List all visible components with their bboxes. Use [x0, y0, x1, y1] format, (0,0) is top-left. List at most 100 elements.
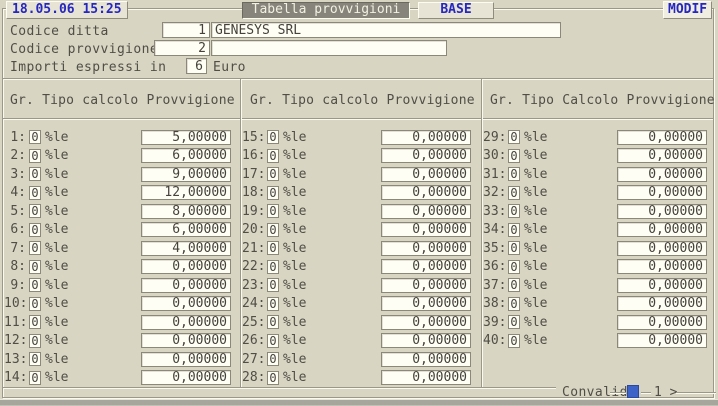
calc-type-field[interactable]: 0	[29, 260, 41, 274]
calc-type-field[interactable]: 0	[508, 186, 520, 200]
commission-value-field[interactable]: 0,00000	[617, 315, 707, 330]
calc-type-field[interactable]: 0	[508, 260, 520, 274]
calc-type-field[interactable]: 0	[508, 149, 520, 163]
commission-value-field[interactable]: 0,00000	[141, 333, 231, 348]
commission-value-field[interactable]: 12,00000	[141, 185, 231, 200]
scroll-thumb[interactable]	[627, 385, 639, 398]
commission-column-2: 15:0%le0,0000016:0%le0,0000017:0%le0,000…	[242, 128, 480, 387]
calc-type-field[interactable]: 0	[508, 334, 520, 348]
calc-type-field[interactable]: 0	[508, 167, 520, 181]
calc-type-field[interactable]: 0	[29, 130, 41, 144]
calc-type-field[interactable]: 0	[29, 352, 41, 366]
tab-base[interactable]: BASE	[418, 2, 494, 19]
calc-type-field[interactable]: 0	[29, 241, 41, 255]
commission-value-field[interactable]: 0,00000	[381, 130, 471, 145]
calc-type-field[interactable]: 0	[267, 186, 279, 200]
calc-type-field[interactable]: 0	[29, 297, 41, 311]
calc-type-field[interactable]: 0	[508, 297, 520, 311]
calc-type-field[interactable]: 0	[508, 241, 520, 255]
commission-value-field[interactable]: 0,00000	[381, 259, 471, 274]
calc-type-field[interactable]: 0	[267, 371, 279, 385]
calc-type-field[interactable]: 0	[508, 223, 520, 237]
commission-value-field[interactable]: 9,00000	[141, 167, 231, 182]
row-number-label: 29:	[483, 130, 505, 145]
commission-value-field[interactable]: 0,00000	[141, 370, 231, 385]
commission-value-field[interactable]: 0,00000	[381, 241, 471, 256]
commission-value-field[interactable]: 0,00000	[141, 259, 231, 274]
calc-type-field[interactable]: 0	[267, 352, 279, 366]
calc-type-field[interactable]: 0	[508, 278, 520, 292]
calc-type-field[interactable]: 0	[267, 130, 279, 144]
calc-type-field[interactable]: 0	[29, 204, 41, 218]
commission-row: 8:0%le0,00000	[4, 258, 240, 277]
commission-value-field[interactable]: 0,00000	[617, 185, 707, 200]
modif-badge[interactable]: MODIF	[663, 1, 712, 19]
calc-type-field[interactable]: 0	[29, 334, 41, 348]
calc-type-field[interactable]: 0	[29, 223, 41, 237]
company-name-field[interactable]: GENESYS SRL	[211, 22, 561, 38]
calc-type-field[interactable]: 0	[267, 149, 279, 163]
commission-value-field[interactable]: 0,00000	[617, 296, 707, 311]
commission-code-field[interactable]: 2	[154, 40, 210, 56]
calc-type-field[interactable]: 0	[508, 130, 520, 144]
commission-value-field[interactable]: 0,00000	[381, 204, 471, 219]
commission-value-field[interactable]: 0,00000	[381, 296, 471, 311]
commission-value-field[interactable]: 0,00000	[381, 222, 471, 237]
commission-value-field[interactable]: 8,00000	[141, 204, 231, 219]
calc-type-field[interactable]: 0	[267, 241, 279, 255]
commission-value-field[interactable]: 0,00000	[141, 352, 231, 367]
commission-value-field[interactable]: 0,00000	[141, 296, 231, 311]
commission-row: 29:0%le0,00000	[483, 128, 716, 147]
calc-type-field[interactable]: 0	[267, 315, 279, 329]
commission-value-field[interactable]: 0,00000	[617, 148, 707, 163]
commission-value-field[interactable]: 0,00000	[381, 352, 471, 367]
calc-type-field[interactable]: 0	[267, 334, 279, 348]
calc-type-field[interactable]: 0	[29, 167, 41, 181]
calc-type-field[interactable]: 0	[29, 315, 41, 329]
commission-value-field[interactable]: 0,00000	[617, 222, 707, 237]
commission-value-field[interactable]: 4,00000	[141, 241, 231, 256]
commission-value-field[interactable]: 0,00000	[617, 333, 707, 348]
commission-value-field[interactable]: 0,00000	[381, 185, 471, 200]
commission-value-field[interactable]: 0,00000	[381, 148, 471, 163]
commission-name-field[interactable]	[211, 40, 447, 56]
company-code-field[interactable]: 1	[162, 22, 210, 38]
commission-value-field[interactable]: 0,00000	[617, 130, 707, 145]
commission-value-field[interactable]: 0,00000	[381, 333, 471, 348]
commission-row: 32:0%le0,00000	[483, 184, 716, 203]
commission-value-field[interactable]: 6,00000	[141, 222, 231, 237]
commission-value-field[interactable]: 0,00000	[617, 204, 707, 219]
calc-type-field[interactable]: 0	[508, 204, 520, 218]
commission-value-field[interactable]: 0,00000	[617, 259, 707, 274]
commission-value-field[interactable]: 0,00000	[617, 241, 707, 256]
calc-type-field[interactable]: 0	[267, 297, 279, 311]
commission-row: 30:0%le0,00000	[483, 147, 716, 166]
commission-value-field[interactable]: 6,00000	[141, 148, 231, 163]
calc-type-field[interactable]: 0	[29, 278, 41, 292]
commission-value-field[interactable]: 0,00000	[381, 167, 471, 182]
calc-type-field[interactable]: 0	[267, 278, 279, 292]
calc-unit-label: %le	[45, 222, 68, 237]
commission-value-field[interactable]: 0,00000	[381, 278, 471, 293]
commission-value-field[interactable]: 0,00000	[381, 370, 471, 385]
commission-value-field[interactable]: 0,00000	[141, 278, 231, 293]
calc-type-field[interactable]: 0	[29, 149, 41, 163]
commission-value-field[interactable]: 0,00000	[381, 315, 471, 330]
amounts-code-field[interactable]: 6	[186, 58, 207, 74]
commission-value-field[interactable]: 0,00000	[617, 167, 707, 182]
calc-type-field[interactable]: 0	[267, 167, 279, 181]
tab-tabella-provvigioni[interactable]: Tabella provvigioni	[242, 2, 410, 19]
commission-value-field[interactable]: 5,00000	[141, 130, 231, 145]
calc-type-field[interactable]: 0	[267, 223, 279, 237]
commission-value-field[interactable]: 0,00000	[617, 278, 707, 293]
calc-unit-label: %le	[45, 148, 68, 163]
calc-type-field[interactable]: 0	[508, 315, 520, 329]
commission-row: 7:0%le4,00000	[4, 239, 240, 258]
calc-type-field[interactable]: 0	[267, 204, 279, 218]
commission-value-field[interactable]: 0,00000	[141, 315, 231, 330]
calc-type-field[interactable]: 0	[267, 260, 279, 274]
row-number-label: 25:	[242, 315, 264, 330]
page-indicator[interactable]: 1 >	[654, 385, 677, 400]
calc-type-field[interactable]: 0	[29, 371, 41, 385]
calc-type-field[interactable]: 0	[29, 186, 41, 200]
